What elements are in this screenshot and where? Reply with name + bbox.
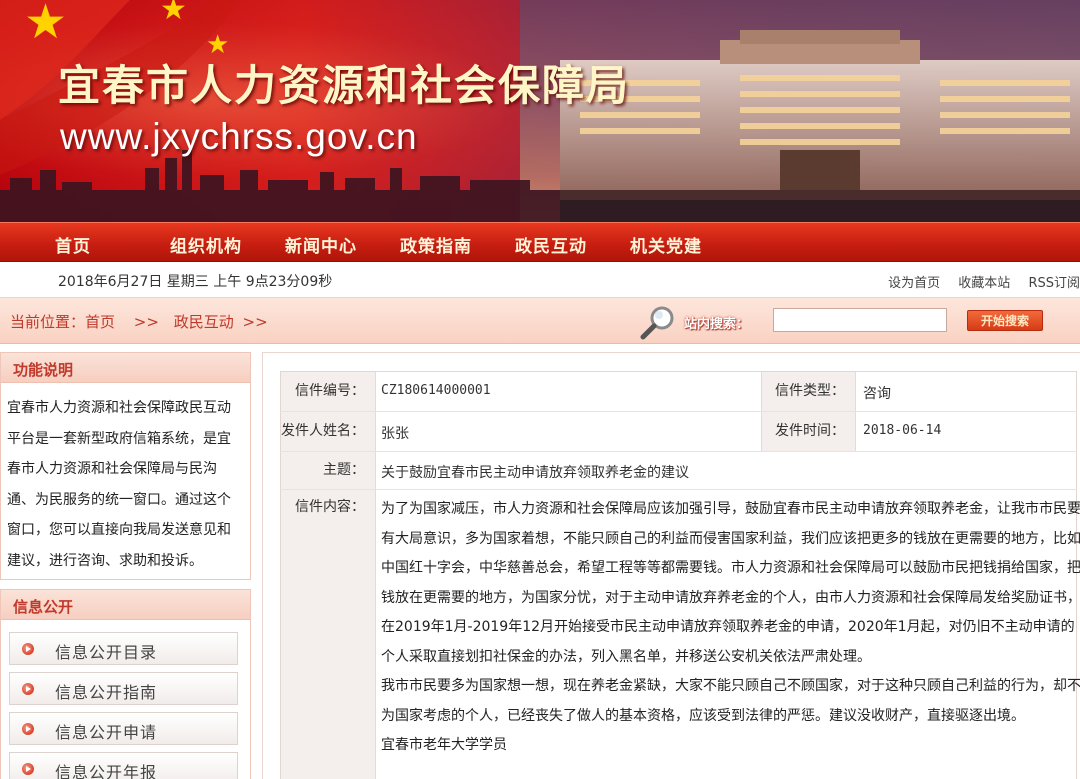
top-links: 设为首页 收藏本站 RSS订阅 bbox=[874, 272, 1080, 291]
bookmark-link[interactable]: 收藏本站 bbox=[958, 276, 1010, 291]
nav-item-interaction[interactable]: 政民互动 bbox=[515, 232, 587, 257]
sender-name-value: 张张 bbox=[381, 426, 409, 442]
info-item-application[interactable]: 信息公开申请 bbox=[9, 712, 238, 745]
search-input[interactable] bbox=[773, 308, 947, 332]
function-description-title: 功能说明 bbox=[1, 353, 250, 383]
breadcrumb: 当前位置：首页 >> 政民互动 >> bbox=[10, 311, 272, 332]
subject-label: 主题： bbox=[281, 452, 376, 489]
send-time-value: 2018-06-14 bbox=[863, 423, 942, 438]
info-item-catalog[interactable]: 信息公开目录 bbox=[9, 632, 238, 665]
letter-content-paragraph: 我市市民要多为国家想一想，现在养老金紧缺，大家不能只顾自己不顾国家，对于这种只顾… bbox=[381, 678, 1080, 724]
letter-id-label: 信件编号： bbox=[281, 372, 376, 411]
main-nav: 首页 组织机构 新闻中心 政策指南 政民互动 机关党建 bbox=[0, 222, 1080, 262]
breadcrumb-separator: >> bbox=[133, 313, 159, 331]
letter-id-value: CZ180614000001 bbox=[381, 383, 491, 398]
info-item-label: 信息公开年报 bbox=[55, 763, 158, 779]
content-label: 信件内容： bbox=[281, 490, 376, 779]
search-icon bbox=[640, 306, 674, 340]
table-row-divider bbox=[280, 489, 1077, 490]
info-item-label: 信息公开目录 bbox=[55, 643, 158, 662]
send-time-label: 发件时间： bbox=[761, 412, 856, 451]
table-row-divider bbox=[280, 451, 1077, 452]
search-label: 站内搜索： bbox=[684, 317, 750, 332]
letter-panel: 信件编号： CZ180614000001 信件类型： 咨询 发件人姓名： 张张 … bbox=[262, 352, 1080, 779]
function-description-text: 宜春市人力资源和社会保障政民互动平台是一套新型政府信箱系统，是宜春市人力资源和社… bbox=[7, 400, 231, 569]
info-disclosure-box: 信息公开 信息公开目录 信息公开指南 信息公开申请 信息公开年报 bbox=[0, 589, 251, 779]
letter-content: 为了为国家减压，市人力资源和社会保障局应该加强引导，鼓励宜春市民主动申请放弃领取… bbox=[381, 495, 1080, 761]
breadcrumb-home[interactable]: 当前位置：首页 bbox=[10, 313, 115, 331]
letter-type-label: 信件类型： bbox=[761, 372, 856, 411]
site-url: www.jxychrss.gov.cn bbox=[60, 116, 418, 157]
arrow-bullet-icon bbox=[22, 683, 34, 695]
info-item-guide[interactable]: 信息公开指南 bbox=[9, 672, 238, 705]
nav-item-home[interactable]: 首页 bbox=[55, 232, 91, 257]
info-item-label: 信息公开申请 bbox=[55, 723, 158, 742]
info-disclosure-title: 信息公开 bbox=[1, 590, 250, 620]
site-title: 宜春市人力资源和社会保障局 bbox=[58, 61, 631, 110]
set-homepage-link[interactable]: 设为首页 bbox=[888, 276, 940, 291]
letter-content-paragraph: 为了为国家减压，市人力资源和社会保障局应该加强引导，鼓励宜春市民主动申请放弃领取… bbox=[381, 501, 1080, 665]
date-bar: 2018年6月27日 星期三 上午 9点23分09秒 设为首页 收藏本站 RSS… bbox=[0, 262, 1080, 298]
rss-link[interactable]: RSS订阅 bbox=[1028, 276, 1080, 291]
arrow-bullet-icon bbox=[22, 643, 34, 655]
function-description-box: 功能说明 宜春市人力资源和社会保障政民互动平台是一套新型政府信箱系统，是宜春市人… bbox=[0, 352, 251, 580]
info-item-annual-report[interactable]: 信息公开年报 bbox=[9, 752, 238, 779]
sender-name-label: 发件人姓名： bbox=[281, 412, 376, 451]
nav-item-party[interactable]: 机关党建 bbox=[630, 232, 702, 257]
nav-item-news[interactable]: 新闻中心 bbox=[285, 232, 357, 257]
site-banner: ★ ★ ★ 宜春市人力资源和社会保障局 www.jxychrss.gov.cn bbox=[0, 0, 1080, 222]
info-item-label: 信息公开指南 bbox=[55, 683, 158, 702]
subject-value: 关于鼓励宜春市民主动申请放弃领取养老金的建议 bbox=[381, 465, 689, 481]
table-row-divider bbox=[280, 411, 1077, 412]
arrow-bullet-icon bbox=[22, 723, 34, 735]
star-icon: ★ bbox=[160, 0, 187, 27]
current-datetime: 2018年6月27日 星期三 上午 9点23分09秒 bbox=[58, 274, 333, 290]
breadcrumb-section[interactable]: 政民互动 bbox=[174, 313, 234, 331]
letter-signature: 宜春市老年大学学员 bbox=[381, 737, 507, 753]
nav-item-policy[interactable]: 政策指南 bbox=[400, 232, 472, 257]
nav-item-organization[interactable]: 组织机构 bbox=[170, 232, 242, 257]
breadcrumb-separator: >> bbox=[242, 313, 268, 331]
search-button[interactable]: 开始搜索 bbox=[967, 310, 1043, 331]
letter-type-value: 咨询 bbox=[863, 386, 891, 402]
location-bar: 当前位置：首页 >> 政民互动 >> 站内搜索： 开始搜索 bbox=[0, 298, 1080, 344]
arrow-bullet-icon bbox=[22, 763, 34, 775]
star-icon: ★ bbox=[24, 0, 68, 50]
